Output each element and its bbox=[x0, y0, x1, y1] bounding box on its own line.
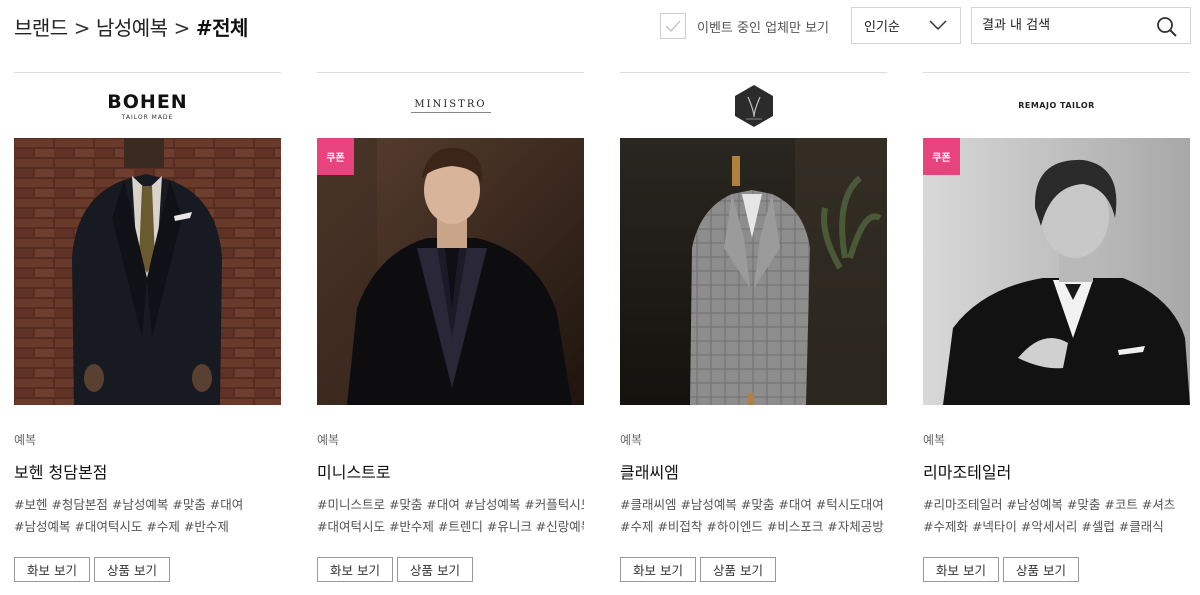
tag-line: #남성예복 #대여턱시도 #수제 #반수제 bbox=[14, 519, 229, 534]
card-tags: #클래씨엠 #남성예복 #맞춤 #대여 #턱시도대여 #수제 #비접착 #하이엔… bbox=[620, 494, 887, 538]
card-actions: 화보 보기 상품 보기 bbox=[317, 557, 477, 582]
card-tags: #보헨 #청담본점 #남성예복 #맞춤 #대여 #남성예복 #대여턱시도 #수제… bbox=[14, 494, 281, 538]
gallery-button[interactable]: 화보 보기 bbox=[317, 557, 393, 582]
breadcrumb-separator: > bbox=[173, 16, 191, 40]
sort-dropdown[interactable]: 인기순 bbox=[851, 7, 961, 44]
brand-logo[interactable]: BOHEN TAILOR MADE bbox=[14, 73, 281, 138]
event-only-checkbox[interactable] bbox=[660, 13, 686, 39]
brand-photo[interactable] bbox=[923, 138, 1190, 405]
bohen-logo: BOHEN TAILOR MADE bbox=[107, 91, 187, 121]
search-input[interactable] bbox=[972, 8, 1142, 43]
jacket-mannequin-photo bbox=[620, 138, 887, 405]
chevron-down-icon bbox=[929, 20, 947, 31]
coupon-badge: 쿠폰 bbox=[317, 138, 354, 175]
classym-emblem-logo bbox=[734, 84, 773, 127]
brand-logo[interactable]: MINISTRO bbox=[317, 73, 584, 138]
breadcrumb-item-mens-formal[interactable]: 남성예복 bbox=[96, 16, 168, 40]
event-only-label: 이벤트 중인 업체만 보기 bbox=[697, 20, 829, 36]
brand-logo[interactable] bbox=[620, 73, 887, 138]
search-icon[interactable] bbox=[1156, 16, 1178, 38]
brand-photo[interactable] bbox=[620, 138, 887, 405]
logo-wordmark: REMAJO TAILOR bbox=[1018, 101, 1095, 110]
gallery-button[interactable]: 화보 보기 bbox=[14, 557, 90, 582]
card-brand-name[interactable]: 클래씨엠 bbox=[620, 459, 679, 483]
event-only-filter[interactable]: 이벤트 중인 업체만 보기 bbox=[660, 12, 829, 40]
breadcrumb-separator: > bbox=[73, 16, 91, 40]
card-brand-name[interactable]: 미니스트로 bbox=[317, 459, 391, 483]
brand-photo[interactable] bbox=[14, 138, 281, 405]
brand-card: MINISTRO 쿠폰 예복 미니스트로 #미니스트로 #맞춤 #대여 #남성예… bbox=[317, 72, 584, 587]
gallery-button[interactable]: 화보 보기 bbox=[923, 557, 999, 582]
search-box bbox=[971, 7, 1191, 44]
card-tags: #리마조테일러 #남성예복 #맞춤 #코트 #셔츠 #수제화 #넥타이 #악세서… bbox=[923, 494, 1190, 538]
tag-line: #리마조테일러 #남성예복 #맞춤 #코트 #셔츠 bbox=[923, 497, 1176, 512]
products-button[interactable]: 상품 보기 bbox=[396, 557, 473, 582]
logo-wordmark: MINISTRO bbox=[414, 98, 487, 110]
tag-line: #수제화 #넥타이 #악세서리 #셀럽 #클래식 bbox=[923, 519, 1164, 534]
breadcrumb-current: #전체 bbox=[195, 16, 249, 40]
coupon-badge: 쿠폰 bbox=[923, 138, 960, 175]
top-bar: 브랜드 > 남성예복 > #전체 이벤트 중인 업체만 보기 인기순 bbox=[0, 0, 1200, 52]
brand-card: BOHEN TAILOR MADE 예복 보헨 청담본점 #보헨 #청담본점 #… bbox=[14, 72, 281, 587]
tag-line: #클래씨엠 #남성예복 #맞춤 #대여 #턱시도대여 bbox=[620, 497, 884, 512]
card-category: 예복 bbox=[317, 433, 340, 447]
gallery-button[interactable]: 화보 보기 bbox=[620, 557, 696, 582]
suit-mannequin-photo bbox=[14, 138, 281, 405]
card-brand-name[interactable]: 보헨 청담본점 bbox=[14, 459, 107, 483]
products-button[interactable]: 상품 보기 bbox=[699, 557, 776, 582]
card-actions: 화보 보기 상품 보기 bbox=[923, 557, 1083, 582]
card-tags: #미니스트로 #맞춤 #대여 #남성예복 #커플턱시도 #대여턱시도 #반수제 … bbox=[317, 494, 584, 538]
sort-selected-value: 인기순 bbox=[864, 20, 900, 35]
card-category: 예복 bbox=[620, 433, 643, 447]
card-actions: 화보 보기 상품 보기 bbox=[620, 557, 780, 582]
card-brand-name[interactable]: 리마조테일러 bbox=[923, 459, 1011, 483]
logo-subtitle: TAILOR MADE bbox=[121, 113, 174, 121]
tag-line: #보헨 #청담본점 #남성예복 #맞춤 #대여 bbox=[14, 497, 244, 512]
card-actions: 화보 보기 상품 보기 bbox=[14, 557, 174, 582]
model-photo bbox=[317, 138, 584, 405]
logo-underline bbox=[410, 111, 491, 113]
card-category: 예복 bbox=[923, 433, 946, 447]
brand-card: 예복 클래씨엠 #클래씨엠 #남성예복 #맞춤 #대여 #턱시도대여 #수제 #… bbox=[620, 72, 887, 587]
brand-card: REMAJO TAILOR 쿠폰 예복 리마조테일러 #리마조테일러 #남성예복… bbox=[923, 72, 1190, 587]
tag-line: #수제 #비접착 #하이엔드 #비스포크 #자체공방 bbox=[620, 519, 884, 534]
model-photo bbox=[923, 138, 1190, 405]
products-button[interactable]: 상품 보기 bbox=[93, 557, 170, 582]
checkmark-icon bbox=[665, 20, 681, 33]
breadcrumb: 브랜드 > 남성예복 > #전체 bbox=[14, 12, 248, 41]
brand-photo[interactable] bbox=[317, 138, 584, 405]
products-button[interactable]: 상품 보기 bbox=[1002, 557, 1079, 582]
tag-line: #대여턱시도 #반수제 #트렌디 #유니크 #신랑예복 bbox=[317, 519, 584, 534]
logo-wordmark: BOHEN bbox=[107, 90, 188, 113]
tag-line: #미니스트로 #맞춤 #대여 #남성예복 #커플턱시도 bbox=[317, 497, 584, 512]
ministro-logo: MINISTRO bbox=[410, 98, 491, 113]
brand-logo[interactable]: REMAJO TAILOR bbox=[923, 73, 1190, 138]
breadcrumb-item-brand[interactable]: 브랜드 bbox=[14, 16, 68, 40]
card-category: 예복 bbox=[14, 433, 37, 447]
